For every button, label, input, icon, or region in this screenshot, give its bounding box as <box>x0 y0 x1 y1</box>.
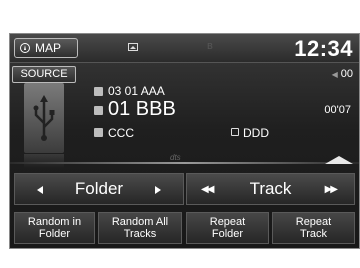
arrow-right-icon[interactable] <box>155 186 161 194</box>
skip-forward-icon[interactable]: ▶▶ <box>325 184 338 195</box>
audio-screen: MAP ʙ 12:34 SOURCE ◀ 00 03 01 AAA 01 BBB… <box>9 33 360 249</box>
usb-reflection <box>24 154 64 168</box>
genre-icon <box>231 128 239 136</box>
track-label: Track <box>249 179 292 198</box>
arrow-left-icon[interactable] <box>37 186 43 194</box>
elapsed-time: 00'07 <box>324 104 351 116</box>
folder-label: Folder <box>74 179 124 198</box>
genre-name: DDD <box>243 126 269 140</box>
picture-icon <box>128 43 138 51</box>
track-control: ◀◀ Track ▶▶ <box>186 173 355 205</box>
repeat-track-button[interactable]: Repeat Track <box>272 212 355 244</box>
album-name: CCC <box>108 126 134 140</box>
repeat-folder-button[interactable]: Repeat Folder <box>186 212 269 244</box>
dts-logo: dts <box>170 153 181 162</box>
bluetooth-icon: ʙ <box>207 40 213 52</box>
random-all-tracks-button[interactable]: Random All Tracks <box>98 212 182 244</box>
volume-icon: ◀ <box>331 69 338 79</box>
folder-icon <box>94 87 103 96</box>
volume-value: 00 <box>340 68 353 80</box>
map-button[interactable]: MAP <box>14 38 78 58</box>
source-button[interactable]: SOURCE <box>12 66 76 83</box>
divider <box>10 162 359 164</box>
compass-icon <box>20 43 30 53</box>
random-in-folder-button[interactable]: Random in Folder <box>14 212 95 244</box>
skip-back-icon[interactable]: ◀◀ <box>201 184 214 195</box>
chevron-up-icon[interactable] <box>325 156 353 164</box>
map-label: MAP <box>35 41 62 55</box>
usb-icon <box>33 95 55 141</box>
track-name: 01 BBB <box>108 98 176 120</box>
folder-control: Folder <box>14 173 184 205</box>
album-icon <box>94 128 103 137</box>
folder-name: 03 01 AAA <box>108 84 165 98</box>
clock: 12:34 <box>294 36 353 61</box>
volume-indicator: ◀ 00 <box>332 68 353 80</box>
usb-source-art <box>24 83 64 153</box>
top-bar: MAP ʙ 12:34 <box>10 34 359 63</box>
track-icon <box>94 106 103 115</box>
